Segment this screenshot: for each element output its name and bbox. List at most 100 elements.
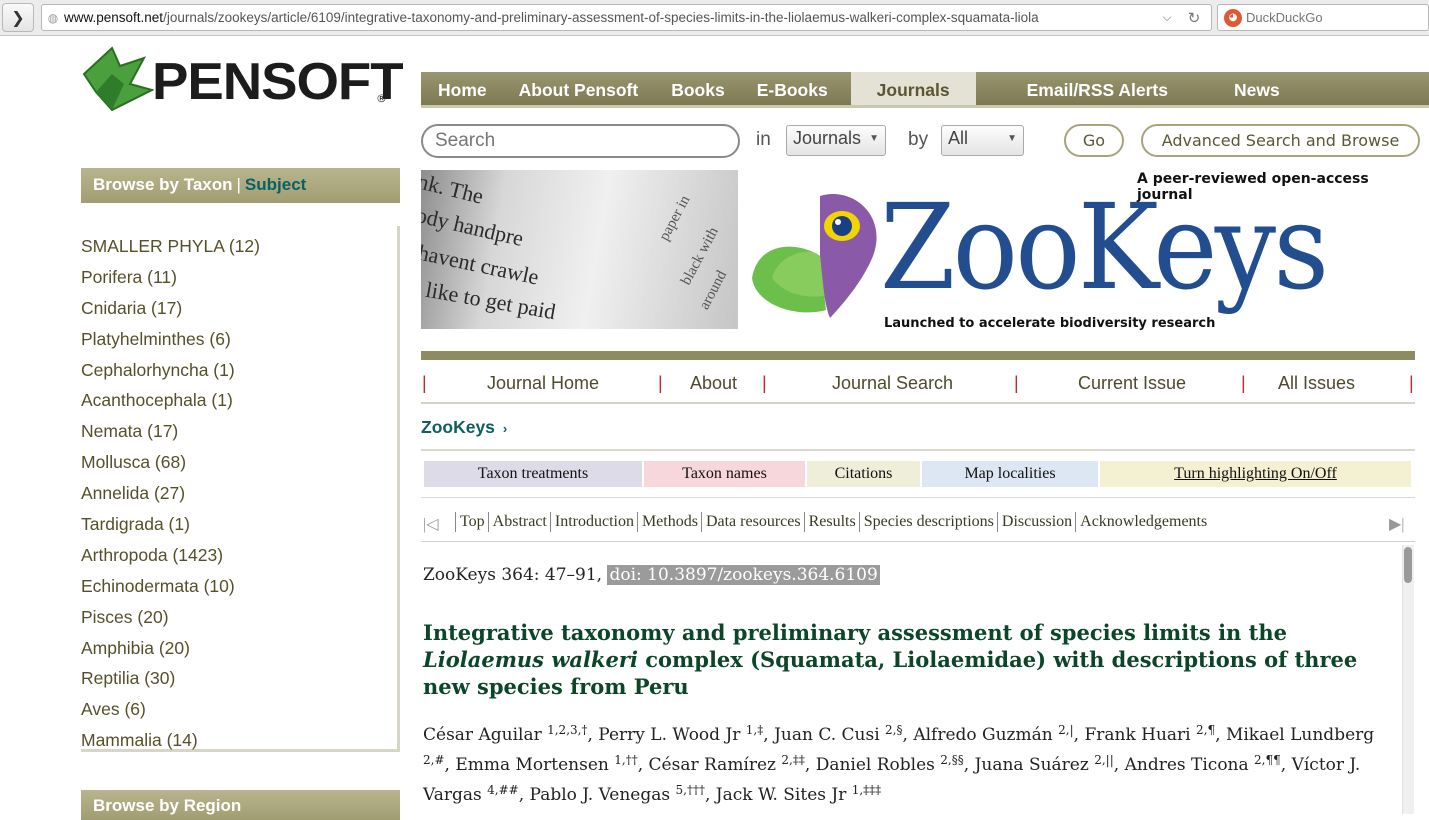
advanced-search-button[interactable]: Advanced Search and Browse: [1141, 124, 1420, 157]
section-tab-methods[interactable]: Methods: [636, 512, 701, 532]
taxon-item[interactable]: Tardigrada (1): [81, 509, 397, 540]
author-name[interactable]: César Aguilar: [423, 725, 542, 745]
nav-divider: |: [658, 373, 663, 393]
highlight-citations[interactable]: Citations: [807, 461, 920, 487]
taxon-item[interactable]: Cephalorhyncha (1): [81, 355, 397, 386]
taxon-item[interactable]: Amphibia (20): [81, 633, 397, 664]
taxon-item[interactable]: Reptilia (30): [81, 663, 397, 694]
taxon-item[interactable]: SMALLER PHYLA (12): [81, 231, 397, 262]
taxon-item[interactable]: Mammalia (14): [81, 725, 397, 756]
nav-e-books[interactable]: E-Books: [757, 72, 851, 105]
taxon-item[interactable]: Echinodermata (10): [81, 571, 397, 602]
section-tab-introduction[interactable]: Introduction: [549, 512, 637, 532]
nav-divider: |: [422, 373, 427, 393]
browser-search-box[interactable]: ◕: [1217, 4, 1429, 31]
author-affiliation: 1,2,3,†: [547, 723, 588, 737]
globe-icon: ◍: [47, 10, 59, 25]
citation-text: ZooKeys 364: 47–91,: [423, 565, 608, 585]
taxon-item[interactable]: Annelida (27): [81, 478, 397, 509]
highlight-map-localities[interactable]: Map localities: [922, 461, 1098, 487]
author-name[interactable]: Pablo J. Venegas: [530, 785, 671, 805]
author-name[interactable]: Juan C. Cusi: [774, 725, 880, 745]
article-scrollbar[interactable]: [1402, 545, 1414, 814]
zookeys-wordmark: ZooKeys: [880, 178, 1329, 316]
nav-about[interactable]: About: [690, 373, 737, 394]
section-tab-acknowledgements[interactable]: Acknowledgements: [1075, 512, 1210, 532]
search-field-value: All: [948, 128, 969, 148]
browse-by-taxon-link[interactable]: Browse by Taxon: [93, 175, 233, 194]
nav-all-issues[interactable]: All Issues: [1278, 373, 1355, 394]
scrollbar-thumb[interactable]: [1404, 547, 1412, 583]
search-field-select[interactable]: All ▼: [941, 125, 1024, 156]
author-name[interactable]: Mikael Lundberg: [1226, 725, 1374, 745]
author-name[interactable]: Jack W. Sites Jr: [716, 785, 847, 805]
highlight-taxon-names[interactable]: Taxon names: [644, 461, 805, 487]
browser-toolbar: ❯ ◍ www.pensoft.net/journals/zookeys/art…: [0, 0, 1429, 36]
search-scope-select[interactable]: Journals ▼: [786, 125, 886, 156]
url-text[interactable]: www.pensoft.net/journals/zookeys/article…: [64, 10, 1154, 25]
nav-books[interactable]: Books: [669, 72, 756, 105]
nav-about-pensoft[interactable]: About Pensoft: [515, 72, 670, 105]
chevron-right-icon: ›: [502, 421, 508, 436]
author-list: César Aguilar 1,2,3,†, Perry L. Wood Jr …: [423, 723, 1375, 805]
doi-link[interactable]: doi: 10.3897/zookeys.364.6109: [607, 565, 880, 585]
url-domain: www.pensoft.net: [64, 10, 164, 25]
nav-home[interactable]: Home: [421, 72, 515, 105]
taxon-item[interactable]: Nemata (17): [81, 416, 397, 447]
browse-by-region-header[interactable]: Browse by Region: [81, 790, 400, 820]
book-text-line: paper in: [656, 192, 694, 244]
last-section-icon[interactable]: ▶|: [1389, 514, 1413, 534]
author-name[interactable]: Juana Suárez: [975, 755, 1089, 775]
title-taxon-name[interactable]: Liolaemus walkeri: [423, 647, 638, 672]
nav-journal-home[interactable]: Journal Home: [487, 373, 599, 394]
taxon-item[interactable]: Arthropoda (1423): [81, 540, 397, 571]
article-citation: ZooKeys 364: 47–91, doi: 10.3897/zookeys…: [423, 565, 880, 585]
taxon-item[interactable]: Mollusca (68): [81, 447, 397, 478]
nav-email-rss-alerts[interactable]: Email/RSS Alerts: [976, 72, 1234, 105]
go-button[interactable]: Go: [1064, 124, 1124, 157]
author-affiliation: 2,||: [1094, 753, 1114, 767]
author-name[interactable]: Alfredo Guzmán: [913, 725, 1052, 745]
chevron-down-icon[interactable]: ⌵: [1154, 10, 1180, 25]
first-section-icon[interactable]: |◁: [423, 514, 447, 534]
reload-icon[interactable]: ↻: [1180, 9, 1208, 27]
forward-button[interactable]: ❯: [2, 3, 34, 32]
breadcrumb-zookeys[interactable]: ZooKeys: [421, 417, 495, 437]
search-by-label: by: [908, 129, 929, 150]
author-affiliation: 2,§: [885, 723, 903, 737]
section-tab-top[interactable]: Top: [455, 512, 488, 532]
section-tab-abstract[interactable]: Abstract: [487, 512, 550, 532]
taxon-item[interactable]: Acanthocephala (1): [81, 385, 397, 416]
author-name[interactable]: Frank Huari: [1084, 725, 1190, 745]
author-name[interactable]: César Ramírez: [649, 755, 776, 775]
section-tab-data-resources[interactable]: Data resources: [700, 512, 804, 532]
highlight-taxon-treatments[interactable]: Taxon treatments: [424, 461, 642, 487]
taxon-item[interactable]: Pisces (20): [81, 602, 397, 633]
section-tab-species-descriptions[interactable]: Species descriptions: [858, 512, 997, 532]
nav-news[interactable]: News: [1234, 72, 1280, 105]
nav-divider: |: [1241, 373, 1246, 393]
author-name[interactable]: Perry L. Wood Jr: [598, 725, 740, 745]
nav-current-issue[interactable]: Current Issue: [1078, 373, 1186, 394]
section-tab-discussion[interactable]: Discussion: [996, 512, 1075, 532]
browse-by-subject-link[interactable]: Subject: [245, 175, 306, 194]
author-affiliation: 2,§§: [940, 753, 964, 767]
site-search-input[interactable]: [421, 124, 740, 158]
taxon-item[interactable]: Aves (6): [81, 694, 397, 725]
book-text-line: like to get paid: [423, 276, 558, 325]
taxon-item[interactable]: Porifera (11): [81, 262, 397, 293]
nav-journal-search[interactable]: Journal Search: [832, 373, 953, 394]
highlight-toggle[interactable]: Turn highlighting On/Off: [1100, 461, 1411, 487]
author-name[interactable]: Andres Ticona: [1125, 755, 1249, 775]
author-name[interactable]: Daniel Robles: [816, 755, 935, 775]
section-tab-results[interactable]: Results: [803, 512, 859, 532]
browser-search-input[interactable]: [1246, 10, 1426, 25]
pensoft-logo[interactable]: PENSOFT ®: [82, 44, 404, 114]
butterfly-icon: [752, 194, 877, 318]
logo-text: PENSOFT: [152, 53, 404, 111]
nav-journals[interactable]: Journals: [850, 72, 976, 105]
taxon-item[interactable]: Platyhelminthes (6): [81, 324, 397, 355]
taxon-item[interactable]: Cnidaria (17): [81, 293, 397, 324]
author-name[interactable]: Emma Mortensen: [455, 755, 609, 775]
address-bar[interactable]: ◍ www.pensoft.net/journals/zookeys/artic…: [41, 4, 1212, 31]
